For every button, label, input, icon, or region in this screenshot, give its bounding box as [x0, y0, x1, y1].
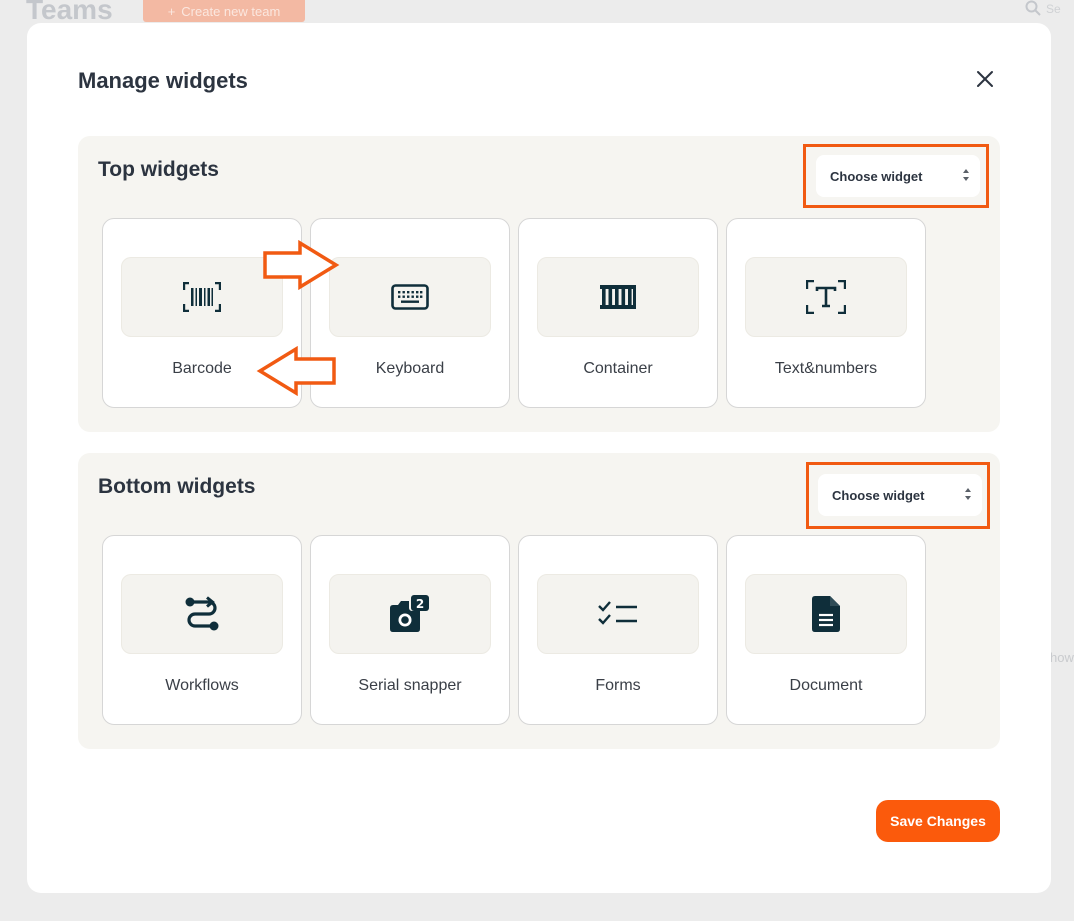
search-icon: [1025, 0, 1041, 19]
highlight-frame: Choose widget: [806, 462, 990, 529]
checklist-icon: [598, 601, 637, 625]
widget-label: Container: [583, 360, 653, 377]
bottom-widgets-panel: Bottom widgets Choose widget Workflows 2…: [78, 453, 1000, 749]
widget-label: Document: [789, 677, 863, 694]
sort-arrows-icon: [965, 488, 971, 500]
bottom-widgets-title: Bottom widgets: [98, 475, 256, 498]
widget-card-document[interactable]: Document: [726, 535, 926, 725]
document-icon: [812, 596, 840, 632]
widget-label: Keyboard: [375, 360, 445, 377]
save-changes-button[interactable]: Save Changes: [876, 800, 1000, 842]
close-icon: [977, 71, 993, 87]
widget-label: Serial snapper: [358, 677, 462, 694]
camera-badge: 2: [416, 597, 424, 611]
manage-widgets-modal: Manage widgets Top widgets Choose widget: [27, 23, 1051, 893]
plus-icon: +: [167, 3, 176, 19]
sort-arrows-icon: [963, 169, 969, 181]
close-button[interactable]: [973, 67, 997, 91]
modal-title: Manage widgets: [78, 68, 248, 93]
widget-label: Forms: [595, 677, 641, 694]
arrow-left-annotation-icon: [256, 346, 336, 396]
widget-card-workflows[interactable]: Workflows: [102, 535, 302, 725]
top-widgets-panel: Top widgets Choose widget Barcode Keyboa…: [78, 136, 1000, 432]
bottom-choose-widget-select[interactable]: Choose widget: [818, 474, 982, 516]
background-side-text: how: [1050, 650, 1074, 665]
search-placeholder: Se: [1046, 2, 1061, 16]
container-icon: [600, 285, 636, 309]
widget-card-container[interactable]: Container: [518, 218, 718, 408]
choose-widget-label: Choose widget: [832, 487, 925, 503]
camera-counter-icon: 2: [390, 595, 429, 632]
widget-card-serial-snapper[interactable]: 2 Serial snapper: [310, 535, 510, 725]
barcode-icon: [183, 282, 221, 312]
arrow-right-annotation-icon: [263, 240, 340, 290]
create-team-button: + Create new team: [143, 0, 305, 22]
top-choose-widget-select[interactable]: Choose widget: [816, 155, 980, 197]
create-team-label: Create new team: [181, 3, 281, 19]
top-widgets-title: Top widgets: [98, 158, 219, 181]
workflow-icon: [185, 596, 219, 631]
text-scan-icon: [806, 280, 846, 314]
widget-label: Workflows: [165, 677, 239, 694]
highlight-frame: Choose widget: [803, 144, 989, 208]
widget-card-text-numbers[interactable]: Text&numbers: [726, 218, 926, 408]
widget-label: Text&numbers: [774, 360, 878, 377]
widget-card-forms[interactable]: Forms: [518, 535, 718, 725]
choose-widget-label: Choose widget: [830, 168, 923, 184]
keyboard-icon: [391, 284, 429, 310]
